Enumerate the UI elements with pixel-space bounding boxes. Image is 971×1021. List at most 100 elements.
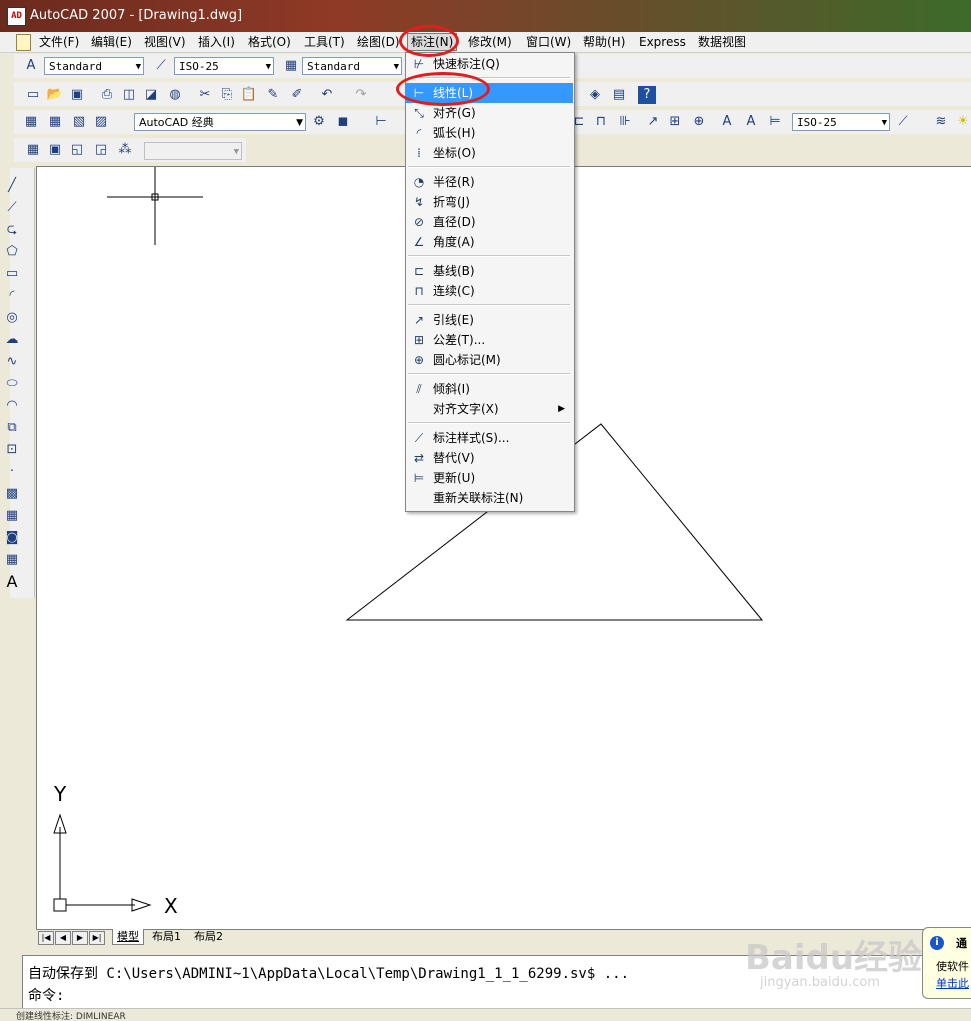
menu-item-dim-style[interactable]: ⟋ 标注样式(S)... bbox=[405, 428, 573, 448]
tab-next-button[interactable]: ▶ bbox=[72, 931, 88, 945]
publish-icon[interactable]: ◪ bbox=[142, 86, 160, 104]
autocad-app-icon[interactable]: AD bbox=[7, 7, 26, 26]
print-preview-icon[interactable]: ◫ bbox=[120, 86, 138, 104]
menu-item-baseline[interactable]: ⊏ 基线(B) bbox=[405, 261, 573, 281]
layout-icon-1[interactable]: ▦ bbox=[22, 113, 40, 131]
tb4-icon-4[interactable]: ◲ bbox=[92, 141, 110, 159]
layout-icon-3[interactable]: ▧ bbox=[70, 113, 88, 131]
region-icon[interactable]: ◙ bbox=[2, 528, 22, 548]
text-style-icon[interactable]: A bbox=[22, 57, 40, 75]
table-style-icon[interactable]: ▦ bbox=[282, 57, 300, 75]
construction-line-icon[interactable]: ⟋ bbox=[2, 198, 22, 218]
menu-item-override[interactable]: ⇄ 替代(V) bbox=[405, 448, 573, 468]
dim-leader-tb-icon[interactable]: ↗ bbox=[644, 113, 662, 131]
menu-item-aligned[interactable]: ⤡ 对齐(G) bbox=[405, 103, 573, 123]
help-icon[interactable]: ? bbox=[638, 86, 656, 104]
document-icon[interactable] bbox=[16, 34, 31, 51]
workspace-save-icon[interactable]: ◼ bbox=[334, 113, 352, 131]
polyline-icon[interactable]: ⮎ bbox=[2, 220, 22, 240]
layout-icon-2[interactable]: ▦ bbox=[46, 113, 64, 131]
menu-item-leader[interactable]: ↗ 引线(E) bbox=[405, 310, 573, 330]
tab-first-button[interactable]: |◀ bbox=[38, 931, 54, 945]
menu-edit[interactable]: 编辑(E) bbox=[88, 34, 135, 50]
layer-state-icon[interactable]: ☀ bbox=[954, 113, 971, 131]
layer-icon[interactable]: ≋ bbox=[932, 113, 950, 131]
menu-item-oblique[interactable]: ⫽ 倾斜(I) bbox=[405, 379, 573, 399]
tb4-icon-3[interactable]: ◱ bbox=[68, 141, 86, 159]
tb4-icon-5[interactable]: ⁂ bbox=[116, 141, 134, 159]
workspace-settings-icon[interactable]: ⚙ bbox=[310, 113, 328, 131]
gradient-icon[interactable]: ▦ bbox=[2, 506, 22, 526]
tb4-icon-1[interactable]: ▦ bbox=[24, 141, 42, 159]
undo-icon[interactable]: ↶ bbox=[318, 86, 336, 104]
menu-item-radius[interactable]: ◔ 半径(R) bbox=[405, 172, 573, 192]
dim-style-select-2[interactable]: ISO-25 ▼ bbox=[792, 113, 890, 131]
calculator-icon[interactable]: ▤ bbox=[610, 86, 628, 104]
menu-item-update[interactable]: ⊨ 更新(U) bbox=[405, 468, 573, 488]
tb4-icon-2[interactable]: ▣ bbox=[46, 141, 64, 159]
menu-view[interactable]: 视图(V) bbox=[141, 34, 189, 50]
menu-item-angular[interactable]: ∠ 角度(A) bbox=[405, 232, 573, 252]
cut-icon[interactable]: ✂ bbox=[196, 86, 214, 104]
save-icon[interactable]: ▣ bbox=[68, 86, 86, 104]
dim-linear-tb-icon[interactable]: ⊢ bbox=[372, 113, 390, 131]
dim-text-edit-tb-icon[interactable]: A bbox=[742, 113, 760, 131]
dim-center-tb-icon[interactable]: ⊕ bbox=[690, 113, 708, 131]
dim-tolerance-tb-icon[interactable]: ⊞ bbox=[666, 113, 684, 131]
3d-dwf-icon[interactable]: ◍ bbox=[166, 86, 184, 104]
command-prompt[interactable]: 命令: bbox=[28, 985, 64, 1005]
menu-format[interactable]: 格式(O) bbox=[245, 34, 294, 50]
table-style-select[interactable]: Standard ▼ bbox=[302, 57, 402, 75]
dim-continue-tb-icon[interactable]: ⊓ bbox=[592, 113, 610, 131]
ellipse-arc-icon[interactable]: ◠ bbox=[2, 396, 22, 416]
print-icon[interactable]: ⎙ bbox=[98, 86, 116, 104]
menu-item-arc-length[interactable]: ◜ 弧长(H) bbox=[405, 123, 573, 143]
paste-icon[interactable]: 📋 bbox=[240, 86, 258, 104]
make-block-icon[interactable]: ⊡ bbox=[2, 440, 22, 460]
insert-block-icon[interactable]: ⧉ bbox=[2, 418, 22, 438]
menu-item-ordinate[interactable]: ⁞ 坐标(O) bbox=[405, 143, 573, 163]
dim-style-select[interactable]: ISO-25 ▼ bbox=[174, 57, 274, 75]
redo-icon[interactable]: ↷ bbox=[352, 86, 370, 104]
dim-style-icon[interactable]: ⟋ bbox=[152, 57, 170, 75]
tab-model[interactable]: 模型 bbox=[112, 929, 144, 945]
menu-item-continue[interactable]: ⊓ 连续(C) bbox=[405, 281, 573, 301]
table-icon[interactable]: ▦ bbox=[2, 550, 22, 570]
arc-icon[interactable]: ◜ bbox=[2, 286, 22, 306]
menu-item-diameter[interactable]: ⊘ 直径(D) bbox=[405, 212, 573, 232]
layout-icon-4[interactable]: ▨ bbox=[92, 113, 110, 131]
menu-insert[interactable]: 插入(I) bbox=[195, 34, 238, 50]
menu-help[interactable]: 帮助(H) bbox=[580, 34, 628, 50]
ellipse-icon[interactable]: ⬭ bbox=[2, 374, 22, 394]
menu-window[interactable]: 窗口(W) bbox=[523, 34, 574, 50]
menu-item-reassociate[interactable]: 重新关联标注(N) bbox=[405, 488, 573, 508]
dim-edit-tb-icon[interactable]: A bbox=[718, 113, 736, 131]
tab-prev-button[interactable]: ◀ bbox=[55, 931, 71, 945]
tab-last-button[interactable]: ▶| bbox=[89, 931, 105, 945]
menu-draw[interactable]: 绘图(D) bbox=[354, 34, 403, 50]
polygon-icon[interactable]: ⬠ bbox=[2, 242, 22, 262]
spline-icon[interactable]: ∿ bbox=[2, 352, 22, 372]
revcloud-icon[interactable]: ☁ bbox=[2, 330, 22, 350]
open-file-icon[interactable]: 📂 bbox=[46, 86, 64, 104]
dim-qdim-tb-icon[interactable]: ⊪ bbox=[616, 113, 634, 131]
block-editor-icon[interactable]: ✐ bbox=[288, 86, 306, 104]
menu-tools[interactable]: 工具(T) bbox=[301, 34, 348, 50]
dim-style-tb-icon[interactable]: ⟋ bbox=[894, 113, 912, 131]
line-icon[interactable]: ╱ bbox=[2, 176, 22, 196]
menu-item-quick-dim[interactable]: ⊬ 快速标注(Q) bbox=[405, 54, 573, 74]
match-properties-icon[interactable]: ✎ bbox=[264, 86, 282, 104]
menu-file[interactable]: 文件(F) bbox=[36, 34, 82, 50]
tab-layout1[interactable]: 布局1 bbox=[148, 929, 185, 944]
workspace-select[interactable]: AutoCAD 经典 ▼ bbox=[134, 113, 306, 131]
multiline-text-icon[interactable]: A bbox=[2, 572, 22, 592]
disabled-select[interactable]: ▼ bbox=[144, 142, 242, 160]
hatch-icon[interactable]: ▩ bbox=[2, 484, 22, 504]
dim-update-tb-icon[interactable]: ⊨ bbox=[766, 113, 784, 131]
menu-item-jogged[interactable]: ↯ 折弯(J) bbox=[405, 192, 573, 212]
text-style-select[interactable]: Standard ▼ bbox=[44, 57, 144, 75]
menu-data-view[interactable]: 数据视图 bbox=[695, 34, 749, 50]
point-icon[interactable]: · bbox=[2, 462, 22, 482]
circle-icon[interactable]: ◎ bbox=[2, 308, 22, 328]
sheet-set-icon[interactable]: ◈ bbox=[586, 86, 604, 104]
